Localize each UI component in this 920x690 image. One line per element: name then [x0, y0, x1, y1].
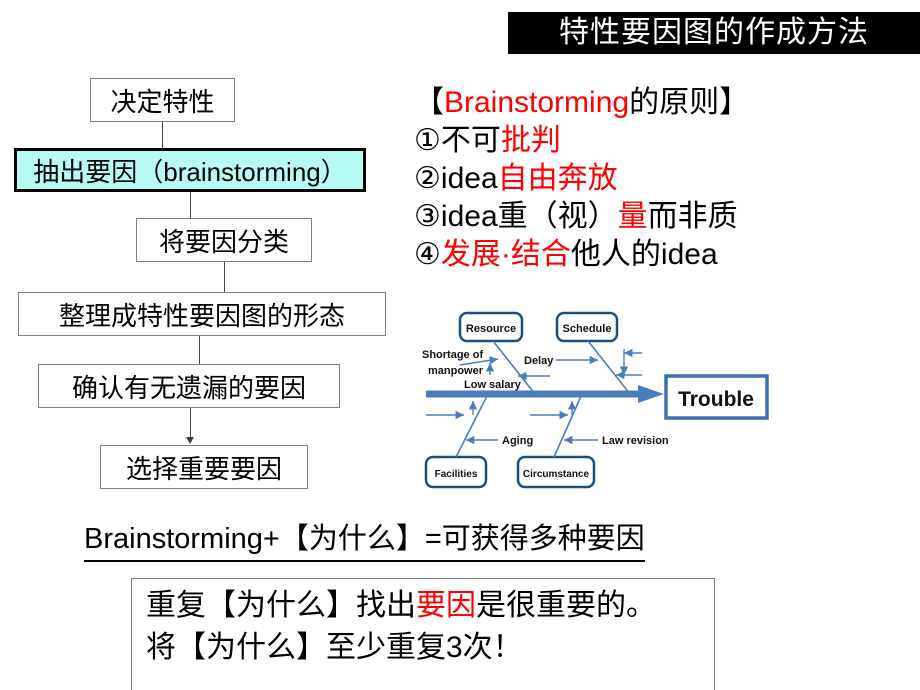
bracket-close: 】: [719, 86, 750, 119]
principle-marker-2: ②: [414, 162, 441, 195]
flow-connector-1: [162, 122, 163, 148]
flow-step-4: 整理成特性要因图的形态: [18, 292, 386, 336]
principle-2-part-2: 自由奔放: [497, 162, 618, 195]
flow-step-5: 确认有无遗漏的要因: [38, 364, 340, 408]
fishbone-effect-label: Trouble: [678, 388, 754, 411]
principle-item-3: ③idea重（视）量而非质: [414, 198, 920, 236]
key-message-line-1: 重复【为什么】找出要因是很重要的。: [146, 585, 700, 627]
fishbone-bone-facilities: [455, 393, 489, 458]
fishbone-category-label-facilities: Facilities: [435, 469, 478, 480]
principle-3-part-3: 而非质: [647, 200, 738, 233]
fishbone-cause-shortage-line1: Shortage of: [422, 349, 483, 361]
principles-heading: 【Brainstorming的原则】: [414, 84, 920, 122]
flow-connector-5: [190, 408, 191, 439]
fishbone-cause-delay: Delay: [524, 355, 554, 367]
flow-connector-3: [224, 262, 225, 292]
fishbone-category-label-resource: Resource: [466, 323, 516, 335]
flow-step-2: 抽出要因（brainstorming）: [14, 148, 366, 192]
brainstorming-principles: 【Brainstorming的原则】 ①不可批判 ②idea自由奔放 ③idea…: [414, 84, 920, 274]
principle-marker-3: ③: [414, 200, 441, 233]
principle-4-part-1: 发展·结合: [440, 238, 571, 271]
principles-heading-rest: 的原则: [629, 86, 720, 119]
fishbone-cause-lawrevision: Law revision: [602, 435, 669, 447]
flow-step-1: 决定特性: [90, 78, 235, 122]
fishbone-spine-arrow: [638, 385, 664, 403]
fishbone-category-label-schedule: Schedule: [563, 323, 612, 335]
fishbone-bone-circumstance: [553, 393, 583, 458]
flow-step-6: 选择重要要因: [100, 445, 308, 489]
principle-3-part-1: idea重（视）: [440, 200, 618, 233]
principle-marker-4: ④: [414, 238, 441, 271]
principle-1-part-2: 批判: [500, 124, 561, 157]
fishbone-cause-lowsalary: Low salary: [464, 379, 522, 391]
fishbone-cause-aging: Aging: [502, 435, 533, 447]
key-message-line-2: 将【为什么】至少重复3次！: [146, 631, 523, 664]
fishbone-diagram: Resource Schedule Facilities Circumstanc…: [420, 305, 772, 501]
principle-item-2: ②idea自由奔放: [414, 160, 920, 198]
slide-canvas: 特性要因图的作成方法 决定特性 抽出要因（brainstorming） 将要因分…: [0, 0, 920, 690]
principles-term: Brainstorming: [444, 86, 630, 119]
principle-item-4: ④发展·结合他人的idea: [414, 236, 920, 274]
fishbone-cause-shortage-line2: manpower: [428, 365, 484, 377]
flow-connector-4: [199, 336, 200, 364]
summary-statement: Brainstorming+【为什么】=可获得多种要因: [84, 520, 645, 562]
flow-step-3: 将要因分类: [136, 218, 312, 262]
fishbone-category-label-circumstance: Circumstance: [523, 469, 590, 480]
key-message-prefix: 重复【为什么】找出: [146, 589, 416, 622]
flow-connector-2: [190, 192, 191, 218]
principle-3-part-2: 量: [617, 200, 648, 233]
principle-marker-1: ①: [414, 124, 441, 157]
key-message-box: 重复【为什么】找出要因是很重要的。 将【为什么】至少重复3次！: [131, 578, 715, 690]
flow-arrow-head: [186, 437, 194, 444]
principle-item-1: ①不可批判: [414, 122, 920, 160]
bracket-open: 【: [414, 86, 444, 119]
key-message-suffix: 是很重要的。: [476, 589, 656, 622]
page-title: 特性要因图的作成方法: [508, 12, 920, 54]
principle-2-part-1: idea: [440, 162, 498, 195]
key-message-emphasis: 要因: [416, 589, 476, 622]
principle-1-part-1: 不可: [440, 124, 501, 157]
principle-4-part-2: 他人的idea: [570, 238, 718, 271]
